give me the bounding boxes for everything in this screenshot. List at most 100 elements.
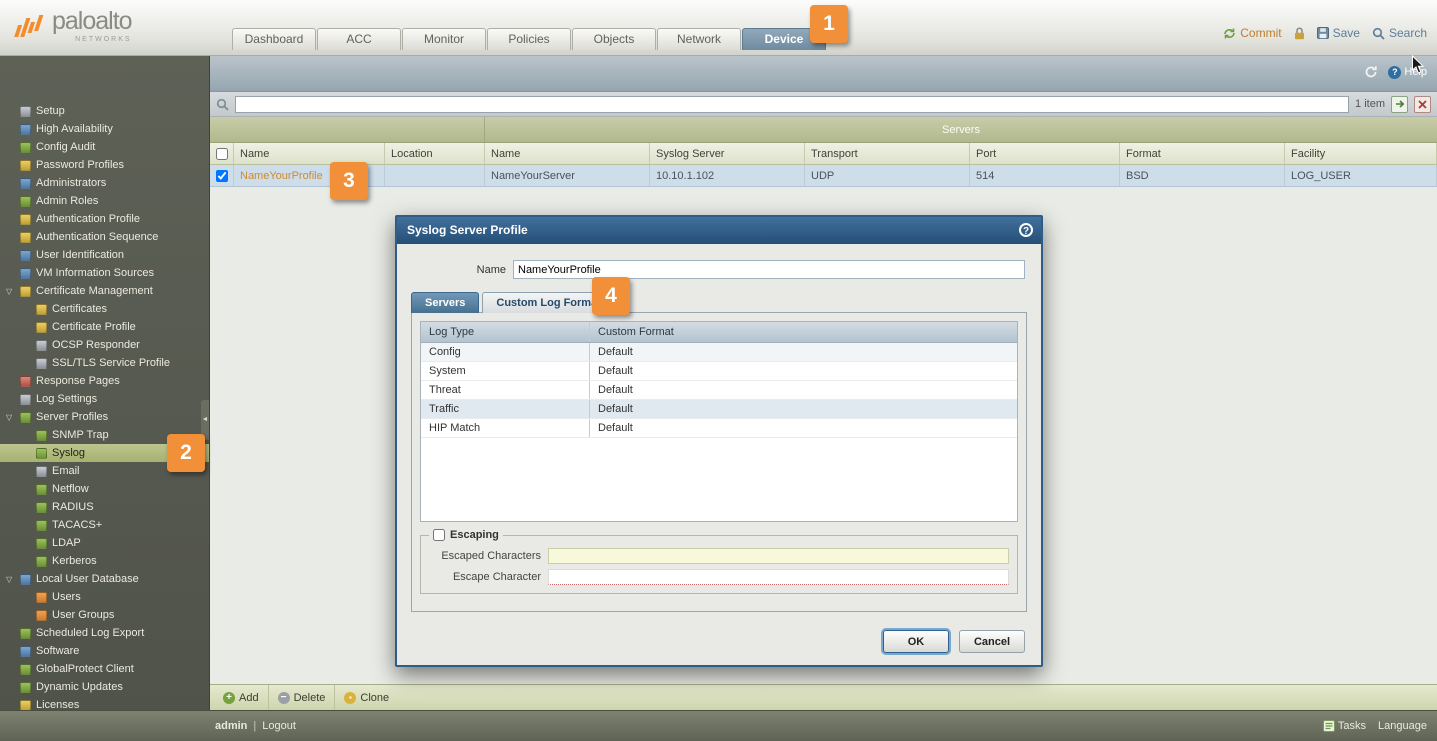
response-pages-icon bbox=[20, 376, 31, 387]
collapse-arrow-icon[interactable] bbox=[6, 413, 18, 422]
column-header-format[interactable]: Format bbox=[1120, 143, 1285, 164]
sidebar-item-label: High Availability bbox=[36, 123, 113, 135]
sidebar-item-vm-information-sources[interactable]: VM Information Sources bbox=[0, 264, 209, 282]
sidebar-item-local-user-database[interactable]: Local User Database bbox=[0, 570, 209, 588]
log-type-row-hip-match[interactable]: HIP Match Default bbox=[421, 419, 1017, 438]
log-type-row-threat[interactable]: Threat Default bbox=[421, 381, 1017, 400]
sidebar-item-licenses[interactable]: Licenses bbox=[0, 696, 209, 710]
sidebar-item-certificate-management[interactable]: Certificate Management bbox=[0, 282, 209, 300]
sidebar-item-ocsp-responder[interactable]: OCSP Responder bbox=[0, 336, 209, 354]
tab-acc[interactable]: ACC bbox=[317, 28, 401, 50]
apply-filter-button[interactable] bbox=[1391, 96, 1408, 113]
sidebar-item-administrators[interactable]: Administrators bbox=[0, 174, 209, 192]
column-header-port[interactable]: Port bbox=[970, 143, 1120, 164]
tab-servers[interactable]: Servers bbox=[411, 292, 479, 313]
sidebar-item-label: Response Pages bbox=[36, 375, 120, 387]
sidebar-item-ssl-tls-service-profile[interactable]: SSL/TLS Service Profile bbox=[0, 354, 209, 372]
sidebar-item-globalprotect-client[interactable]: GlobalProtect Client bbox=[0, 660, 209, 678]
users-icon bbox=[36, 592, 47, 603]
annotation-step-3: 3 bbox=[330, 162, 368, 200]
sidebar-item-setup[interactable]: Setup bbox=[0, 102, 209, 120]
filter-input[interactable] bbox=[235, 96, 1349, 113]
refresh-button[interactable] bbox=[1364, 65, 1378, 79]
clone-button[interactable]: Clone bbox=[334, 685, 398, 710]
commit-button[interactable]: Commit bbox=[1223, 26, 1281, 40]
select-all-checkbox[interactable] bbox=[216, 148, 228, 160]
table-group-header: Servers bbox=[210, 117, 1437, 143]
email-icon bbox=[36, 466, 47, 477]
sidebar-item-label: TACACS+ bbox=[52, 519, 102, 531]
escaping-checkbox[interactable] bbox=[433, 529, 445, 541]
search-button[interactable]: Search bbox=[1372, 26, 1427, 40]
dialog-help-icon[interactable] bbox=[1019, 223, 1033, 237]
sidebar-item-log-settings[interactable]: Log Settings bbox=[0, 390, 209, 408]
add-button[interactable]: Add bbox=[214, 685, 268, 710]
logout-link[interactable]: Logout bbox=[262, 720, 296, 732]
escape-character-input[interactable] bbox=[548, 569, 1009, 585]
sidebar-item-response-pages[interactable]: Response Pages bbox=[0, 372, 209, 390]
sidebar-item-ldap[interactable]: LDAP bbox=[0, 534, 209, 552]
collapse-arrow-icon[interactable] bbox=[6, 287, 18, 296]
sidebar-item-user-groups[interactable]: User Groups bbox=[0, 606, 209, 624]
language-button[interactable]: Language bbox=[1378, 720, 1427, 732]
sidebar-item-admin-roles[interactable]: Admin Roles bbox=[0, 192, 209, 210]
table-row[interactable]: NameYourProfile NameYourServer 10.10.1.1… bbox=[210, 165, 1437, 187]
log-type-row-traffic[interactable]: Traffic Default bbox=[421, 400, 1017, 419]
column-header-transport[interactable]: Transport bbox=[805, 143, 970, 164]
sidebar-item-authentication-sequence[interactable]: Authentication Sequence bbox=[0, 228, 209, 246]
tasks-button[interactable]: Tasks bbox=[1323, 720, 1366, 732]
delete-label: Delete bbox=[294, 692, 326, 704]
sidebar-item-kerberos[interactable]: Kerberos bbox=[0, 552, 209, 570]
main-nav-tabs: Dashboard ACC Monitor Policies Objects N… bbox=[232, 28, 827, 50]
column-header-syslog-server[interactable]: Syslog Server bbox=[650, 143, 805, 164]
log-type-row-config[interactable]: Config Default bbox=[421, 343, 1017, 362]
sidebar-item-user-identification[interactable]: User Identification bbox=[0, 246, 209, 264]
sidebar-item-password-profiles[interactable]: Password Profiles bbox=[0, 156, 209, 174]
collapse-arrow-icon[interactable] bbox=[6, 575, 18, 584]
profile-name-link[interactable]: NameYourProfile bbox=[240, 170, 323, 182]
sidebar-item-certificates[interactable]: Certificates bbox=[0, 300, 209, 318]
authentication-profile-icon bbox=[20, 214, 31, 225]
column-header-facility[interactable]: Facility bbox=[1285, 143, 1437, 164]
sidebar-item-label: Certificate Management bbox=[36, 285, 153, 297]
escaped-characters-input[interactable] bbox=[548, 548, 1009, 564]
tab-dashboard[interactable]: Dashboard bbox=[232, 28, 316, 50]
sidebar-item-config-audit[interactable]: Config Audit bbox=[0, 138, 209, 156]
sidebar-item-tacacs[interactable]: TACACS+ bbox=[0, 516, 209, 534]
sidebar-item-netflow[interactable]: Netflow bbox=[0, 480, 209, 498]
radius-icon bbox=[36, 502, 47, 513]
profile-name-input[interactable] bbox=[513, 260, 1025, 279]
tab-monitor[interactable]: Monitor bbox=[402, 28, 486, 50]
ok-button[interactable]: OK bbox=[883, 630, 949, 653]
custom-format-cell: Default bbox=[589, 343, 1017, 361]
sidebar-item-label: OCSP Responder bbox=[52, 339, 140, 351]
tab-network[interactable]: Network bbox=[657, 28, 741, 50]
sidebar-item-radius[interactable]: RADIUS bbox=[0, 498, 209, 516]
sidebar-item-server-profiles[interactable]: Server Profiles bbox=[0, 408, 209, 426]
clear-filter-button[interactable] bbox=[1414, 96, 1431, 113]
sidebar-item-scheduled-log-export[interactable]: Scheduled Log Export bbox=[0, 624, 209, 642]
help-button[interactable]: Help bbox=[1388, 66, 1427, 79]
tab-objects[interactable]: Objects bbox=[572, 28, 656, 50]
sidebar-item-users[interactable]: Users bbox=[0, 588, 209, 606]
column-header-location[interactable]: Location bbox=[385, 143, 485, 164]
sidebar-item-label: Admin Roles bbox=[36, 195, 98, 207]
tab-policies[interactable]: Policies bbox=[487, 28, 571, 50]
sidebar-item-label: User Groups bbox=[52, 609, 114, 621]
dynamic-updates-icon bbox=[20, 682, 31, 693]
save-button[interactable]: Save bbox=[1317, 26, 1360, 40]
sidebar-item-software[interactable]: Software bbox=[0, 642, 209, 660]
sidebar-item-high-availability[interactable]: High Availability bbox=[0, 120, 209, 138]
kerberos-icon bbox=[36, 556, 47, 567]
row-checkbox[interactable] bbox=[216, 170, 228, 182]
sidebar-item-authentication-profile[interactable]: Authentication Profile bbox=[0, 210, 209, 228]
cancel-button[interactable]: Cancel bbox=[959, 630, 1025, 653]
lock-icon[interactable] bbox=[1294, 27, 1305, 40]
arrow-right-icon bbox=[1395, 99, 1405, 109]
sidebar-item-certificate-profile[interactable]: Certificate Profile bbox=[0, 318, 209, 336]
column-header-server-name[interactable]: Name bbox=[485, 143, 650, 164]
column-header-name[interactable]: Name bbox=[234, 143, 385, 164]
sidebar-item-dynamic-updates[interactable]: Dynamic Updates bbox=[0, 678, 209, 696]
log-type-row-system[interactable]: System Default bbox=[421, 362, 1017, 381]
delete-button[interactable]: Delete bbox=[268, 685, 335, 710]
